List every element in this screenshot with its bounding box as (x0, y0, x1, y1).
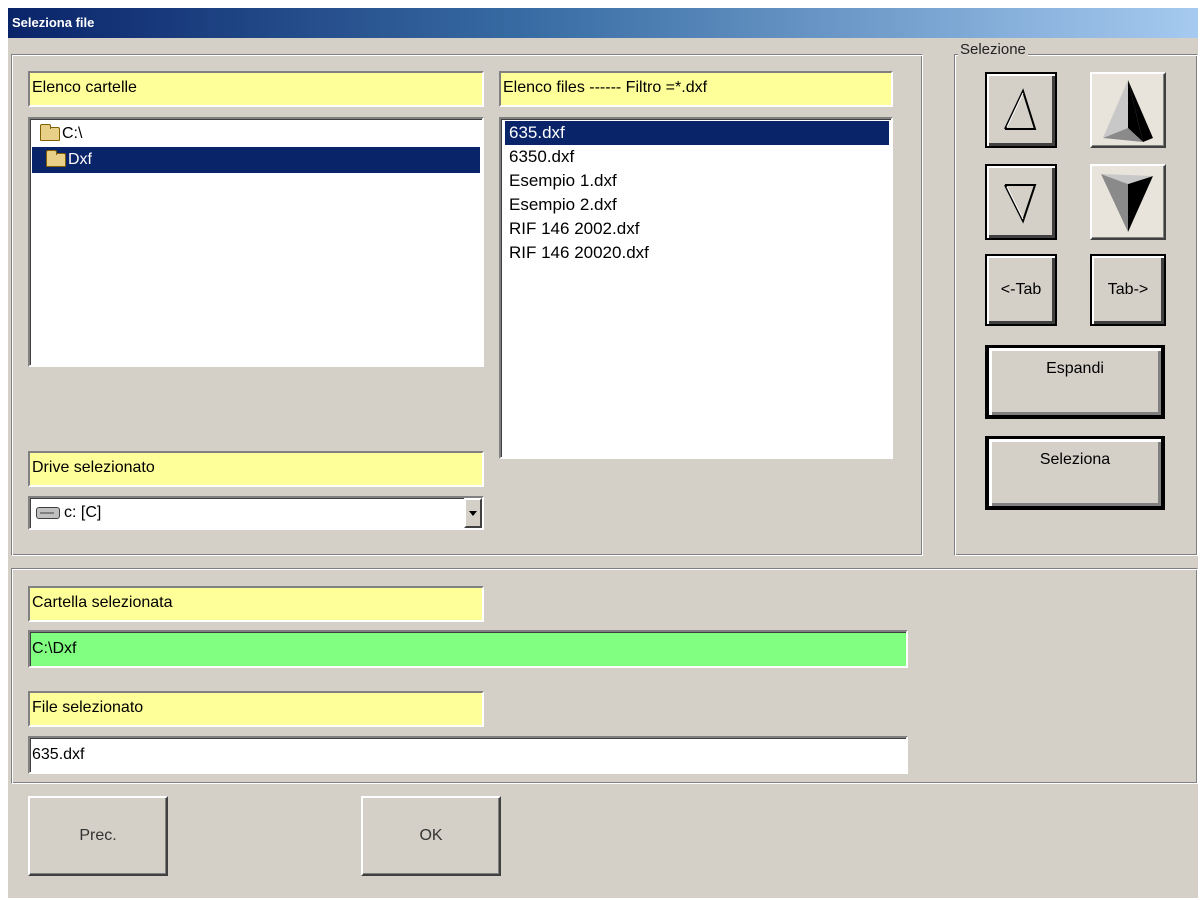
selected-file-header: File selezionato (28, 691, 484, 727)
expand-button[interactable]: Espandi (985, 345, 1165, 419)
open-folder-icon (46, 150, 66, 167)
selected-folder-value: C:\Dxf (32, 640, 77, 657)
file-item[interactable]: Esempio 2.dxf (505, 193, 889, 217)
drive-combobox[interactable]: c: [C] (28, 496, 484, 530)
selected-file-value: 635.dxf (32, 746, 85, 763)
file-list[interactable]: 635.dxf 6350.dxf Esempio 1.dxf Esempio 2… (499, 117, 893, 459)
file-item[interactable]: 6350.dxf (505, 145, 889, 169)
tree-item-label: Dxf (68, 151, 92, 168)
file-item[interactable]: 635.dxf (505, 121, 889, 145)
file-item[interactable]: Esempio 1.dxf (505, 169, 889, 193)
file-item[interactable]: RIF 146 2002.dxf (505, 217, 889, 241)
drive-header: Drive selezionato (28, 451, 484, 487)
tree-item-label: C:\ (62, 125, 83, 142)
selected-file-field[interactable]: 635.dxf (28, 736, 908, 774)
selected-folder-header: Cartella selezionata (28, 586, 484, 622)
prev-button[interactable]: Prec. (28, 796, 168, 876)
last-item-button[interactable] (1090, 164, 1166, 240)
folder-list-header: Elenco cartelle (28, 71, 484, 107)
page-down-button[interactable] (985, 164, 1057, 240)
open-folder-icon (40, 124, 60, 141)
selected-folder-field: C:\Dxf (28, 630, 908, 668)
first-item-button[interactable] (1090, 72, 1166, 148)
hard-drive-icon (36, 507, 60, 519)
outline-triangle-up-icon (1004, 88, 1037, 130)
tab-prev-button[interactable]: <-Tab (985, 254, 1057, 326)
tree-item-root[interactable]: C:\ (32, 121, 480, 147)
solid-triangle-down-icon (1101, 174, 1153, 232)
combo-dropdown-button[interactable] (464, 498, 482, 528)
file-item[interactable]: RIF 146 20020.dxf (505, 241, 889, 265)
chevron-down-icon (469, 510, 477, 516)
outline-triangle-down-icon (1004, 184, 1037, 224)
tree-item-dxf[interactable]: Dxf (32, 147, 480, 173)
page-up-button[interactable] (985, 72, 1057, 148)
file-list-header: Elenco files ------ Filtro =*.dxf (499, 71, 893, 107)
solid-triangle-up-icon (1103, 80, 1153, 142)
window-title: Seleziona file (8, 8, 1198, 38)
selection-panel-legend: Selezione (958, 41, 1028, 58)
select-button[interactable]: Seleziona (985, 436, 1165, 510)
folder-tree[interactable]: C:\ Dxf (28, 117, 484, 367)
ok-button[interactable]: OK (361, 796, 501, 876)
tab-next-button[interactable]: Tab-> (1090, 254, 1166, 326)
file-select-window: Seleziona file Selezione Elenco cartelle… (8, 8, 1198, 898)
drive-value: c: [C] (64, 504, 102, 521)
